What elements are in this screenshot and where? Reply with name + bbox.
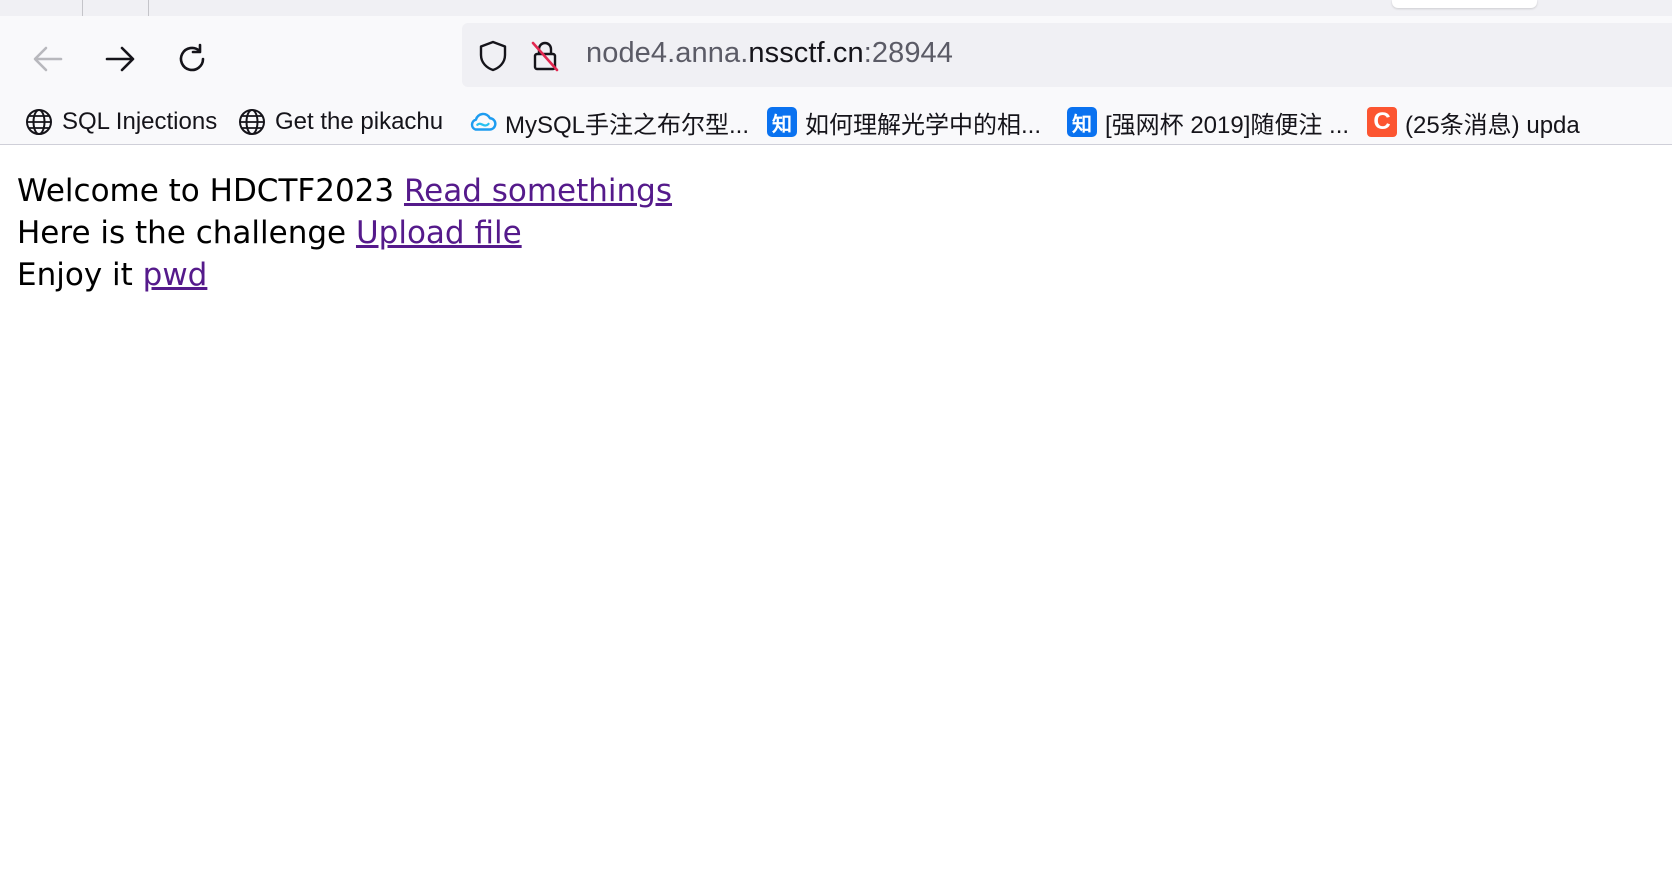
reload-icon bbox=[179, 43, 205, 72]
pwd-link[interactable]: pwd bbox=[143, 257, 208, 293]
cloud-icon bbox=[467, 107, 497, 137]
browser-toolbar: node4.anna.nssctf.cn:28944 SQL Injection… bbox=[0, 16, 1672, 145]
globe-icon bbox=[237, 107, 267, 137]
back-button[interactable] bbox=[27, 38, 69, 80]
bookmark-label: SQL Injections bbox=[62, 108, 218, 135]
line-welcome: Welcome to HDCTF2023 Read somethings bbox=[17, 173, 673, 209]
bookmark-sql-injections[interactable]: SQL Injections bbox=[24, 102, 217, 142]
bookmark-label: Get the pikachu bbox=[275, 108, 444, 135]
url-prefix: node4.anna. bbox=[586, 37, 749, 69]
url-domain: nssctf.cn bbox=[748, 37, 864, 69]
bookmark-label: [强网杯 2019]随便注 ... bbox=[1105, 111, 1350, 139]
tab-separator bbox=[148, 0, 149, 16]
insecure-lock-icon[interactable] bbox=[528, 39, 562, 73]
line-enjoy: Enjoy it pwd bbox=[17, 257, 208, 293]
bookmarks-toolbar: SQL Injections Get the pikachu MySQL手注之布… bbox=[0, 102, 1672, 142]
globe-icon bbox=[24, 107, 54, 137]
url-text[interactable]: node4.anna.nssctf.cn:28944 bbox=[586, 37, 953, 70]
bookmark-zhihu-qwb[interactable]: 知 [强网杯 2019]随便注 ... bbox=[1067, 102, 1349, 142]
bookmark-label: MySQL手注之布尔型... bbox=[505, 111, 750, 139]
bookmark-csdn[interactable]: C (25条消息) upda bbox=[1367, 102, 1580, 142]
bookmark-get-the-pikachu[interactable]: Get the pikachu bbox=[237, 102, 443, 142]
url-bar[interactable]: node4.anna.nssctf.cn:28944 bbox=[462, 23, 1672, 87]
upload-file-link[interactable]: Upload file bbox=[356, 215, 522, 251]
zhihu-icon: 知 bbox=[1067, 107, 1097, 137]
url-port: :28944 bbox=[863, 37, 954, 69]
read-somethings-link[interactable]: Read somethings bbox=[404, 173, 672, 209]
bookmark-zhihu-optics[interactable]: 知 如何理解光学中的相... bbox=[767, 102, 1041, 142]
line-challenge: Here is the challenge Upload file bbox=[17, 215, 522, 251]
zhihu-icon: 知 bbox=[767, 107, 797, 137]
arrow-right-icon bbox=[105, 46, 135, 72]
bookmark-mysql[interactable]: MySQL手注之布尔型... bbox=[467, 102, 749, 142]
tab-separator bbox=[82, 0, 83, 16]
active-tab-edge[interactable] bbox=[1392, 0, 1537, 8]
reload-button[interactable] bbox=[171, 38, 213, 80]
csdn-icon: C bbox=[1367, 107, 1397, 137]
page-content: Welcome to HDCTF2023 Read somethings Her… bbox=[17, 170, 672, 296]
forward-button[interactable] bbox=[99, 38, 141, 80]
shield-icon[interactable] bbox=[476, 39, 510, 73]
arrow-left-icon bbox=[33, 46, 63, 72]
tab-strip bbox=[0, 0, 1672, 16]
bookmark-label: (25条消息) upda bbox=[1405, 111, 1580, 139]
bookmark-label: 如何理解光学中的相... bbox=[805, 111, 1042, 139]
